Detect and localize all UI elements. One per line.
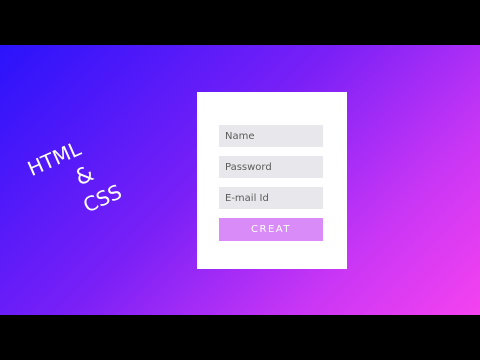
gradient-background: HTML & CSS CREAT	[0, 45, 480, 315]
email-input[interactable]	[219, 187, 323, 209]
handwritten-title-ampersand: &	[71, 161, 98, 192]
handwritten-title: HTML & CSS	[20, 111, 165, 256]
signup-form-card: CREAT	[197, 92, 347, 269]
password-input[interactable]	[219, 156, 323, 178]
name-input[interactable]	[219, 125, 323, 147]
create-button[interactable]: CREAT	[219, 218, 323, 241]
